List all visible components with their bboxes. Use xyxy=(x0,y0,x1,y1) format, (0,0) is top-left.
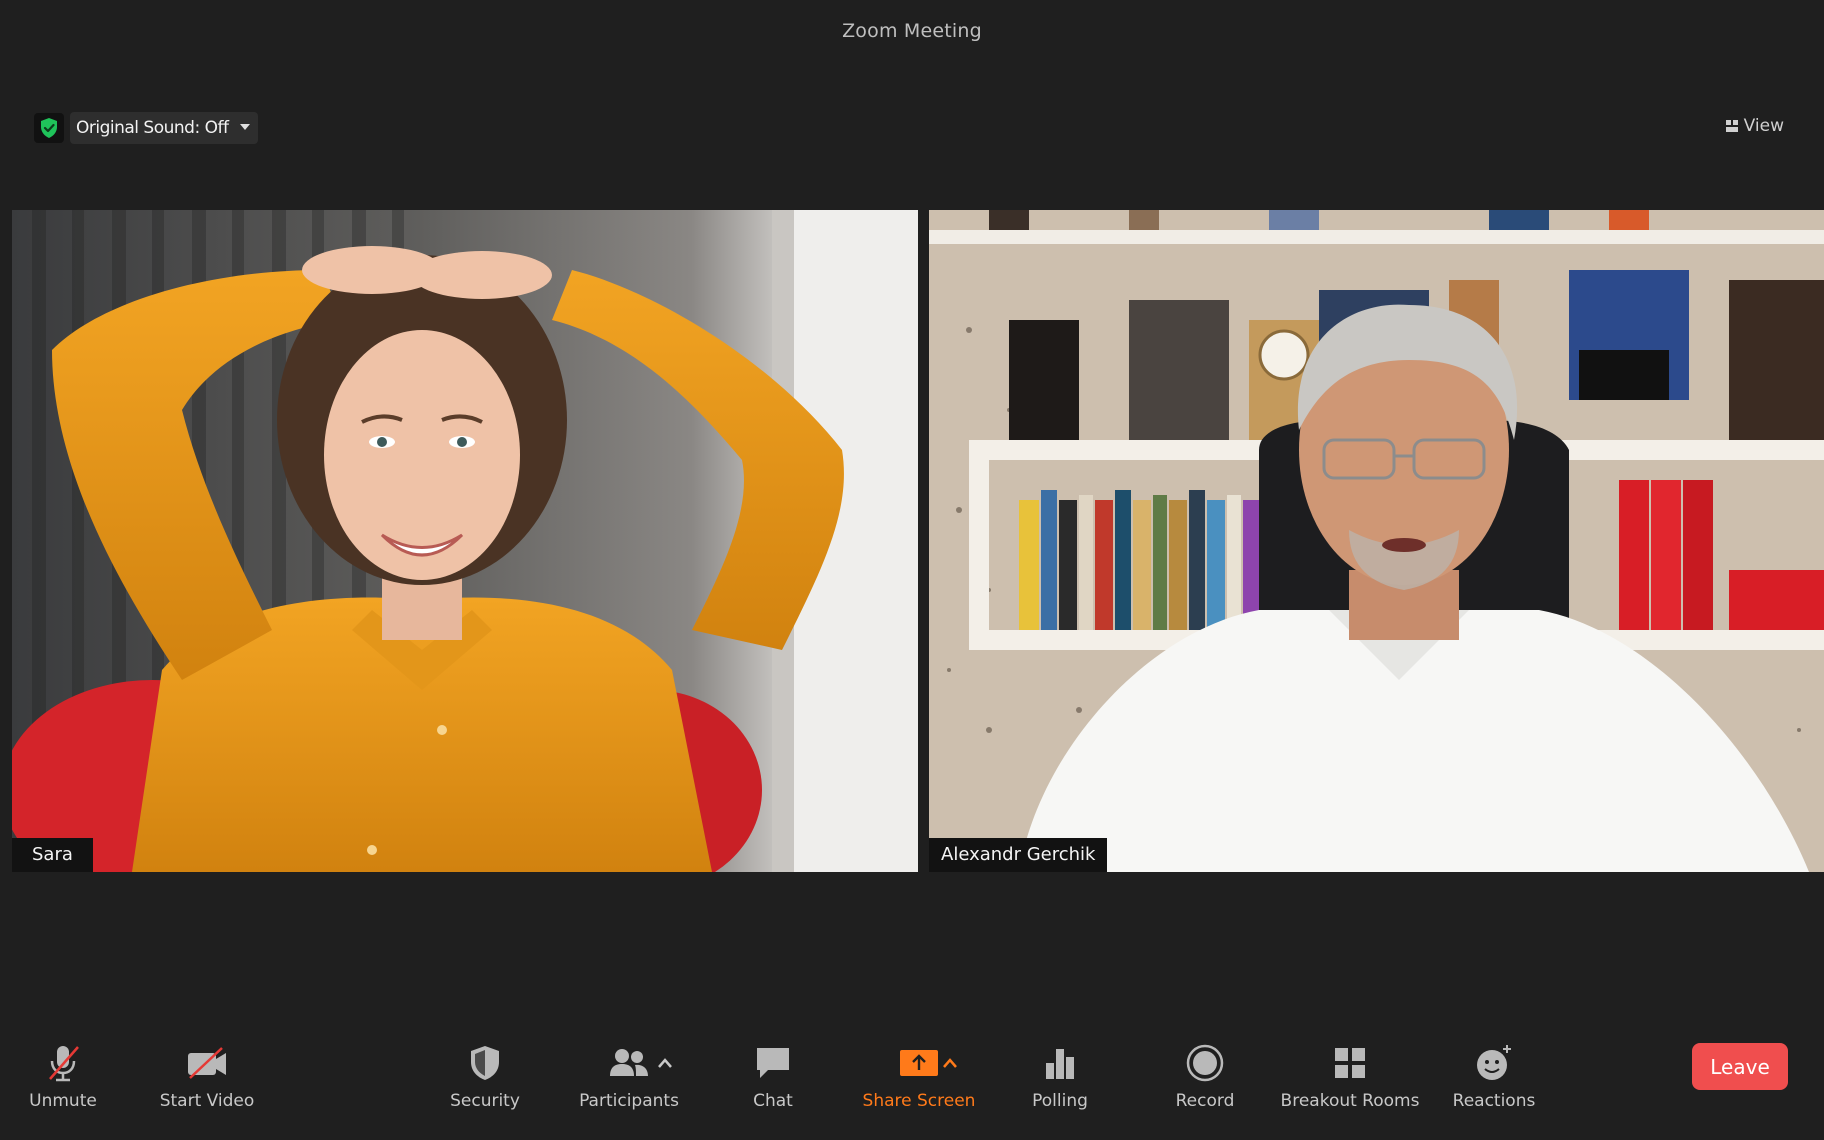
grid-view-icon xyxy=(1725,120,1738,132)
record-icon xyxy=(1186,1044,1224,1082)
participants-options-caret-icon[interactable] xyxy=(657,1057,673,1069)
video-camera-off-icon xyxy=(188,1047,226,1079)
share-screen-button[interactable]: Share Screen xyxy=(844,1041,994,1111)
participant-name-tag: Sara xyxy=(12,838,93,872)
participants-label: Participants xyxy=(579,1091,679,1111)
unmute-button[interactable]: Unmute xyxy=(0,1041,138,1111)
security-label: Security xyxy=(450,1091,520,1111)
unmute-label: Unmute xyxy=(29,1091,97,1111)
smiley-plus-icon xyxy=(1477,1045,1511,1080)
video-tile-sara[interactable]: Sara xyxy=(12,210,918,872)
encryption-shield-icon[interactable] xyxy=(34,113,64,143)
breakout-rooms-label: Breakout Rooms xyxy=(1280,1091,1420,1111)
record-button[interactable]: Record xyxy=(1130,1041,1280,1111)
breakout-rooms-grid-icon xyxy=(1335,1048,1365,1078)
polling-label: Polling xyxy=(1032,1091,1088,1111)
breakout-rooms-button[interactable]: Breakout Rooms xyxy=(1275,1041,1425,1111)
leave-button[interactable]: Leave xyxy=(1692,1043,1788,1090)
participant-video xyxy=(12,210,918,872)
participants-button[interactable]: Participants xyxy=(554,1041,704,1111)
polling-button[interactable]: Polling xyxy=(985,1041,1135,1111)
view-button[interactable]: View xyxy=(1725,116,1784,136)
record-label: Record xyxy=(1175,1091,1235,1111)
shield-icon xyxy=(471,1046,499,1080)
chevron-down-icon xyxy=(240,124,251,130)
participant-name-tag: Alexandr Gerchik xyxy=(929,838,1108,872)
start-video-button[interactable]: Start Video xyxy=(132,1041,282,1111)
share-screen-options-caret-icon[interactable] xyxy=(942,1057,958,1069)
meeting-toolbar: Unmute Start Video Security Participants… xyxy=(0,1025,1824,1140)
view-label: View xyxy=(1743,116,1784,136)
start-video-label: Start Video xyxy=(159,1091,255,1111)
share-screen-label: Share Screen xyxy=(862,1091,976,1111)
participants-icon xyxy=(610,1049,648,1076)
original-sound-dropdown[interactable]: Original Sound: Off xyxy=(70,112,259,144)
participant-video xyxy=(929,210,1824,872)
window-title: Zoom Meeting xyxy=(842,20,982,42)
chat-button[interactable]: Chat xyxy=(698,1041,848,1111)
video-tile-alexandr-gerchik[interactable]: Alexandr Gerchik xyxy=(929,210,1824,872)
microphone-muted-icon xyxy=(49,1046,79,1082)
share-screen-icon xyxy=(900,1050,938,1076)
bar-chart-icon xyxy=(1046,1049,1074,1079)
reactions-label: Reactions xyxy=(1452,1091,1536,1111)
zoom-window: Zoom Meeting Original Sound: Off View Sa… xyxy=(0,0,1824,1140)
security-button[interactable]: Security xyxy=(410,1041,560,1111)
chat-bubble-icon xyxy=(757,1048,789,1078)
original-sound-label: Original Sound: Off xyxy=(76,118,229,138)
chat-label: Chat xyxy=(753,1091,793,1111)
reactions-button[interactable]: Reactions xyxy=(1419,1041,1569,1111)
